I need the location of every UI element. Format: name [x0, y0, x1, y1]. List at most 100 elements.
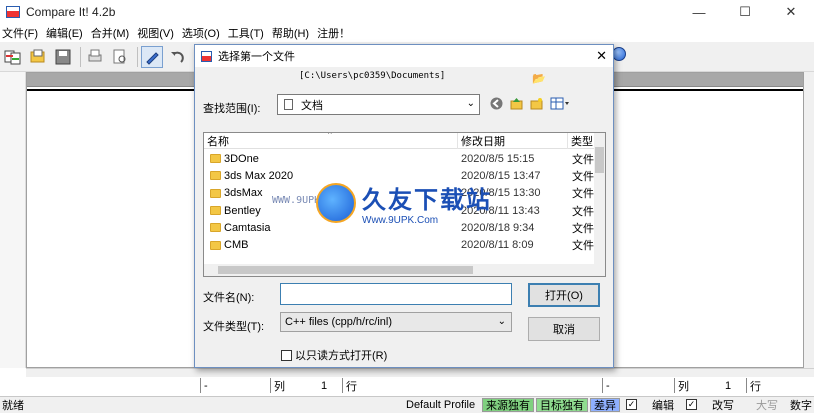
cancel-button[interactable]: 取消 [528, 317, 600, 341]
watermark-url: Www.9UPK.Com [362, 215, 439, 226]
hscroll-thumb[interactable] [218, 266, 473, 274]
menu-help[interactable]: 帮助(H) [270, 25, 315, 41]
right-pos-dash: - [602, 378, 674, 393]
right-row-label: 行 [746, 378, 806, 393]
file-list-hscroll[interactable] [204, 264, 605, 276]
col-type-label: 类型 [571, 136, 593, 148]
left-gutter [0, 72, 26, 368]
right-position-bar: - 列 1 行 [602, 377, 806, 394]
left-hscrollbar[interactable] [26, 368, 416, 377]
col-date-label: 修改日期 [461, 136, 505, 148]
left-col-value: 1 [321, 379, 328, 392]
sort-caret-icon: ^ [328, 132, 332, 139]
print-preview-icon[interactable] [109, 46, 131, 68]
undo-icon[interactable] [166, 46, 188, 68]
file-date: 2020/8/5 15:15 [461, 152, 535, 165]
col-name-header[interactable]: ^ 名称 [204, 133, 458, 149]
file-name: Bentley [224, 204, 261, 217]
file-name: 3DOne [224, 152, 259, 165]
file-type: 文件 [572, 240, 594, 253]
left-pos-col: 列 1 [270, 378, 342, 393]
file-name: CMB [224, 239, 249, 252]
status-profile: Default Profile [406, 399, 476, 411]
print-icon[interactable] [84, 46, 106, 68]
col-date-header[interactable]: 修改日期 [458, 133, 568, 149]
folder-icon [210, 223, 221, 233]
left-position-bar: - 列 1 行 [200, 377, 402, 394]
lookin-label: 查找范围(I): [203, 103, 261, 115]
menu-file[interactable]: 文件(F) [0, 25, 44, 41]
menu-register[interactable]: 注册！ [315, 25, 356, 41]
view-menu-icon[interactable] [549, 96, 571, 110]
folder-icon [210, 171, 221, 181]
maximize-button[interactable]: ☐ [722, 0, 768, 24]
lookin-value: 文档 [301, 99, 323, 112]
file-name: 3dsMax [224, 187, 263, 200]
status-ready: 就绪 [2, 400, 24, 412]
help-icon[interactable] [612, 47, 626, 61]
app-icon [6, 6, 20, 18]
menu-merge[interactable]: 合并(M) [89, 25, 136, 41]
status-edit: 编辑 [652, 400, 674, 412]
diff-badge: 差异 [590, 398, 620, 412]
folder-icon[interactable]: 📂 [532, 72, 546, 85]
right-col-label: 列 [678, 380, 689, 393]
toolbar-separator [137, 46, 138, 67]
watermark-logo-icon [316, 183, 356, 223]
col-name-label: 名称 [207, 136, 229, 148]
file-type: 文件 [572, 222, 594, 235]
open-button[interactable]: 打开(O) [528, 283, 600, 307]
file-name: 3ds Max 2020 [224, 169, 294, 182]
status-bar: 就绪 Default Profile 来源独有 目标独有 差异 ✓ 编辑 ✓ 改… [0, 396, 814, 413]
documents-icon [284, 99, 293, 110]
readonly-label: 以只读方式打开(R) [295, 350, 388, 362]
vscroll-thumb[interactable] [595, 147, 604, 173]
list-item[interactable]: 3DOne 2020/8/5 15:15 文件 [204, 150, 596, 167]
new-folder-icon[interactable] [529, 96, 543, 110]
chevron-down-icon: ⌄ [497, 316, 506, 327]
minimize-button[interactable]: — [676, 0, 722, 24]
left-col-label: 列 [274, 380, 285, 393]
menu-bar: 文件(F) 编辑(E) 合并(M) 视图(V) 选项(O) 工具(T) 帮助(H… [0, 24, 814, 42]
watermark: 久友下载站 Www.9UPK.Com [316, 180, 492, 226]
dialog-title: 选择第一个文件 [218, 51, 295, 63]
dialog-app-icon [201, 50, 212, 62]
checkbox-box[interactable] [281, 349, 292, 361]
file-type: 文件 [572, 153, 594, 166]
filename-input[interactable] [280, 283, 512, 305]
readonly-checkbox[interactable]: 以只读方式打开(R) [281, 347, 387, 363]
title-bar: Compare It! 4.2b — ☐ ✕ [0, 0, 814, 24]
edit-checkbox[interactable]: ✓ [626, 399, 637, 410]
dialog-title-bar: 选择第一个文件 ✕ [195, 45, 613, 67]
watermark-title: 久友下载站 [362, 186, 492, 214]
file-list-vscroll[interactable] [594, 133, 605, 264]
menu-edit[interactable]: 编辑(E) [44, 25, 89, 41]
dialog-path: [C:\Users\pc0359\Documents] [299, 71, 446, 81]
list-item[interactable]: CMB 2020/8/11 8:09 文件 [204, 236, 596, 253]
file-type: 文件 [572, 205, 594, 218]
compare-icon[interactable] [2, 46, 24, 68]
filename-label: 文件名(N): [203, 292, 255, 304]
left-row-label: 行 [342, 378, 402, 393]
filetype-dropdown[interactable]: C++ files (cpp/h/rc/inl) ⌄ [280, 312, 512, 332]
close-button[interactable]: ✕ [768, 0, 814, 24]
chevron-down-icon: ⌄ [466, 98, 475, 109]
folder-icon [210, 188, 221, 198]
overwrite-checkbox[interactable]: ✓ [686, 399, 697, 410]
dialog-close-button[interactable]: ✕ [596, 48, 607, 64]
status-numlock: 数字 [790, 400, 812, 412]
right-hscrollbar[interactable] [416, 368, 814, 377]
lookin-dropdown[interactable]: 文档 ⌄ [277, 94, 480, 115]
save-icon[interactable] [52, 46, 74, 68]
menu-view[interactable]: 视图(V) [135, 25, 180, 41]
edit-pencil-icon[interactable] [141, 45, 163, 68]
right-pos-col: 列 1 [674, 378, 746, 393]
dialog-nav-toolbar [489, 96, 577, 110]
up-folder-icon[interactable] [509, 96, 523, 110]
menu-options[interactable]: 选项(O) [180, 25, 226, 41]
menu-tools[interactable]: 工具(T) [226, 25, 270, 41]
open-files-icon[interactable] [27, 46, 49, 68]
back-icon[interactable] [489, 96, 503, 110]
file-name: Camtasia [224, 221, 271, 234]
vertical-scrollbar[interactable] [804, 72, 814, 368]
